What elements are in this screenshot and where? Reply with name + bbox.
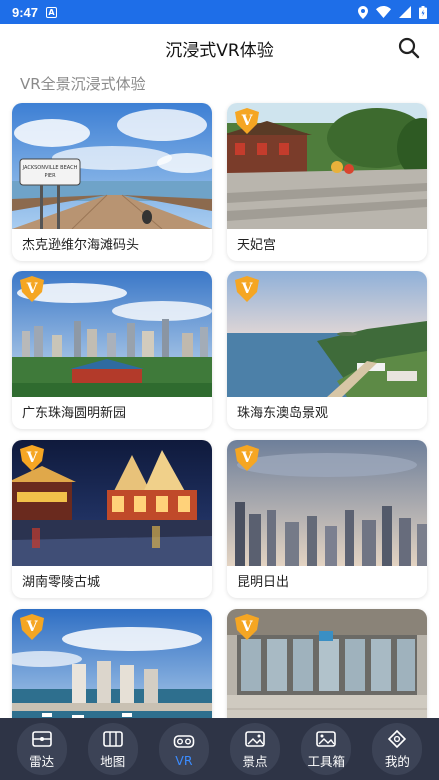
page-title: 沉浸式VR体验 [165, 40, 274, 61]
sim-icon: A [46, 6, 58, 18]
signal-icon [399, 6, 411, 18]
search-icon[interactable] [397, 36, 421, 60]
vr-badge-icon: V [235, 614, 259, 640]
app-header: 沉浸式VR体验 [0, 24, 439, 72]
vr-badge-icon: V [235, 276, 259, 302]
wifi-icon [376, 6, 391, 18]
location-icon [358, 5, 368, 19]
toolbox-icon [316, 730, 337, 747]
card-title: 天妃宫 [237, 238, 277, 253]
sign-text-line2: PIER [44, 173, 56, 179]
bottom-tab-bar: 雷达 地图 VR 景点 工具箱 我的 [0, 718, 439, 780]
status-time: 9:47 [12, 4, 39, 20]
card-title: 昆明日出 [237, 575, 290, 590]
tab-scenic[interactable]: 景点 [230, 723, 281, 775]
tab-label: 工具箱 [307, 753, 345, 769]
card-image: JACKSONVILLE BEACH PIER [12, 103, 212, 229]
tab-vr[interactable]: VR [158, 723, 209, 775]
vr-badge-icon: V [235, 108, 259, 134]
tab-label: 雷达 [29, 753, 55, 769]
svg-text:V: V [241, 113, 254, 129]
tab-label: 景点 [242, 753, 268, 769]
tab-label: 我的 [384, 753, 410, 769]
tab-radar[interactable]: 雷达 [16, 723, 67, 775]
vr-card[interactable]: V 昆明日出 [227, 440, 427, 598]
svg-text:V: V [241, 450, 254, 466]
profile-icon [388, 729, 407, 748]
card-title: 珠海东澳岛景观 [237, 406, 329, 421]
tab-toolbox[interactable]: 工具箱 [301, 723, 352, 775]
svg-text:V: V [26, 619, 39, 635]
tab-label: VR [175, 752, 193, 768]
tab-label: 地图 [100, 753, 126, 769]
battery-icon [419, 5, 427, 19]
card-title: 湖南零陵古城 [22, 575, 101, 590]
vr-card[interactable]: V 湖南零陵古城 [12, 440, 212, 598]
svg-text:V: V [241, 619, 254, 635]
svg-text:V: V [26, 450, 39, 466]
vr-badge-icon: V [20, 276, 44, 302]
sign-text-line1: JACKSONVILLE BEACH [22, 165, 78, 171]
status-bar: 9:47 A [0, 0, 439, 24]
vr-goggles-icon [173, 734, 195, 748]
vr-card[interactable]: JACKSONVILLE BEACH PIER 杰克逊维尔海滩码头 [12, 103, 212, 261]
vr-badge-icon: V [20, 614, 44, 640]
vr-card[interactable]: V 天妃宫 [227, 103, 427, 261]
vr-card[interactable]: V 珠海东澳岛景观 [227, 271, 427, 429]
map-icon [102, 730, 123, 747]
scenic-spot-icon [245, 730, 265, 747]
tab-profile[interactable]: 我的 [372, 723, 423, 775]
card-title: 广东珠海圆明新园 [22, 406, 127, 421]
svg-text:V: V [241, 281, 254, 297]
vr-badge-icon: V [235, 445, 259, 471]
card-title: 杰克逊维尔海滩码头 [22, 238, 140, 253]
tab-map[interactable]: 地图 [87, 723, 138, 775]
section-title: VR全景沉浸式体验 [20, 75, 146, 93]
svg-text:V: V [26, 281, 39, 297]
radar-icon [31, 730, 52, 747]
vr-card[interactable]: V 广东珠海圆明新园 [12, 271, 212, 429]
vr-badge-icon: V [20, 445, 44, 471]
